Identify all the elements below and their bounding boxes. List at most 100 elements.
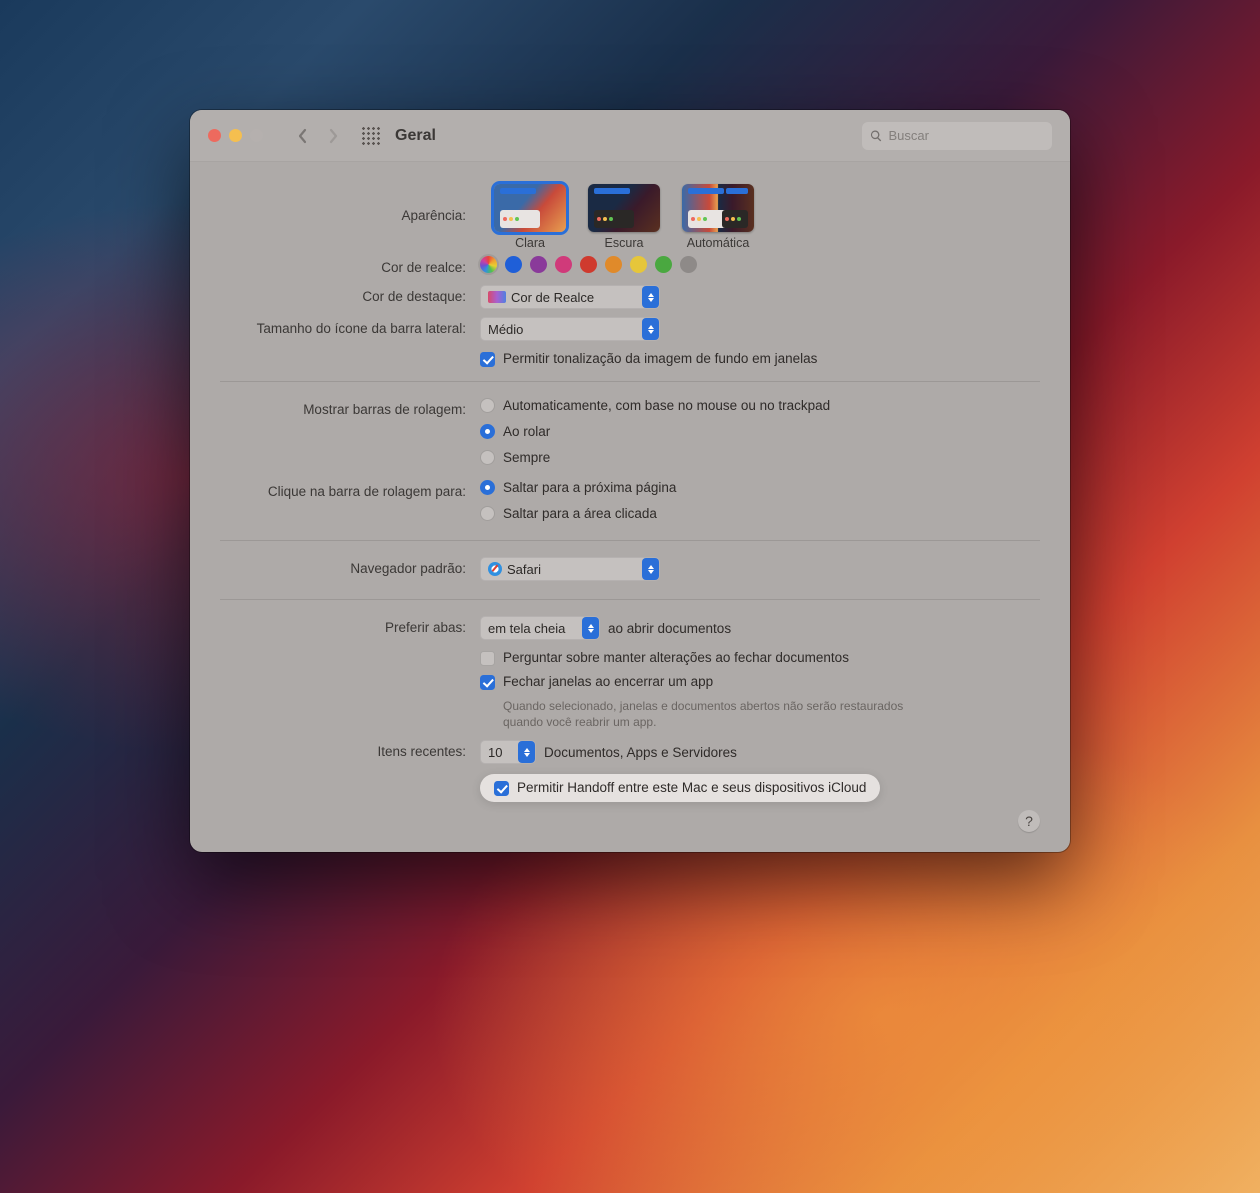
chevron-updown-icon: [642, 286, 659, 308]
radio-icon: [480, 506, 495, 521]
accent-color-5[interactable]: [605, 256, 622, 273]
recents-suffix: Documentos, Apps e Servidores: [544, 745, 737, 760]
nav-arrows: [289, 122, 347, 150]
tabs-row: Preferir abas: em tela cheia ao abrir do…: [220, 616, 1040, 640]
scrollbars-scrolling-radio[interactable]: Ao rolar: [480, 424, 1040, 439]
appearance-auto[interactable]: Automática: [682, 184, 754, 250]
radio-icon: [480, 450, 495, 465]
safari-icon: [488, 562, 502, 576]
highlight-swatch-icon: [488, 291, 506, 303]
browser-value: Safari: [507, 562, 541, 577]
scrollbars-always-radio[interactable]: Sempre: [480, 450, 1040, 465]
close-windows-desc: Quando selecionado, janelas e documentos…: [503, 698, 943, 730]
checkbox-icon: [480, 651, 495, 666]
accent-row: Cor de realce:: [220, 256, 1040, 275]
accent-color-1[interactable]: [505, 256, 522, 273]
tabs-suffix: ao abrir documentos: [608, 621, 731, 636]
handoff-checkbox[interactable]: Permitir Handoff entre este Mac e seus d…: [494, 780, 866, 796]
scroll-click-label: Clique na barra de rolagem para:: [220, 480, 480, 499]
accent-label: Cor de realce:: [220, 256, 480, 275]
browser-row: Navegador padrão: Safari: [220, 557, 1040, 581]
browser-select[interactable]: Safari: [480, 557, 660, 581]
titlebar: Geral: [190, 110, 1070, 162]
close-windows-checkbox[interactable]: Fechar janelas ao encerrar um app: [480, 674, 1040, 690]
scroll-click-spot-radio[interactable]: Saltar para a área clicada: [480, 506, 1040, 521]
radio-icon: [480, 398, 495, 413]
scroll-click-nextpage-radio[interactable]: Saltar para a próxima página: [480, 480, 1040, 495]
highlight-row: Cor de destaque: Cor de Realce: [220, 285, 1040, 309]
tint-label: Permitir tonalização da imagem de fundo …: [503, 351, 817, 366]
highlight-label: Cor de destaque:: [220, 285, 480, 304]
preferences-window: Geral Aparência: Clara Escura Automática: [190, 110, 1070, 852]
forward-button[interactable]: [319, 122, 347, 150]
back-button[interactable]: [289, 122, 317, 150]
minimize-button[interactable]: [229, 129, 242, 142]
sidebar-icon-select[interactable]: Médio: [480, 317, 660, 341]
divider: [220, 381, 1040, 382]
radio-icon: [480, 480, 495, 495]
wallpaper-tint-checkbox[interactable]: Permitir tonalização da imagem de fundo …: [480, 351, 1040, 367]
accent-color-3[interactable]: [555, 256, 572, 273]
tint-row: Permitir tonalização da imagem de fundo …: [220, 351, 1040, 367]
scrollbars-label: Mostrar barras de rolagem:: [220, 398, 480, 417]
content-area: Aparência: Clara Escura Automática Cor d…: [190, 162, 1070, 852]
accent-color-7[interactable]: [655, 256, 672, 273]
search-icon: [870, 129, 883, 143]
scroll-click-row: Clique na barra de rolagem para: Saltar …: [220, 480, 1040, 526]
appearance-dark-label: Escura: [605, 236, 644, 250]
accent-color-6[interactable]: [630, 256, 647, 273]
chevron-updown-icon: [582, 617, 599, 639]
chevron-updown-icon: [642, 318, 659, 340]
recents-value: 10: [488, 745, 502, 760]
highlight-select[interactable]: Cor de Realce: [480, 285, 660, 309]
sidebar-icon-label: Tamanho do ícone da barra lateral:: [220, 317, 480, 336]
highlight-value: Cor de Realce: [511, 290, 594, 305]
divider: [220, 540, 1040, 541]
show-all-icon[interactable]: [361, 126, 381, 146]
handoff-highlight: Permitir Handoff entre este Mac e seus d…: [480, 774, 880, 802]
sidebar-icon-value: Médio: [488, 322, 523, 337]
tabs-label: Preferir abas:: [220, 616, 480, 635]
window-title: Geral: [395, 127, 436, 145]
chevron-updown-icon: [642, 558, 659, 580]
checkbox-icon: [494, 781, 509, 796]
scrollbars-auto-radio[interactable]: Automaticamente, com base no mouse ou no…: [480, 398, 1040, 413]
scrollbars-row: Mostrar barras de rolagem: Automaticamen…: [220, 398, 1040, 470]
appearance-dark[interactable]: Escura: [588, 184, 660, 250]
zoom-button[interactable]: [250, 129, 263, 142]
accent-color-0[interactable]: [480, 256, 497, 273]
handoff-row: Permitir Handoff entre este Mac e seus d…: [220, 774, 1040, 802]
handoff-label: Permitir Handoff entre este Mac e seus d…: [517, 780, 866, 795]
search-field[interactable]: [862, 122, 1052, 150]
browser-label: Navegador padrão:: [220, 557, 480, 576]
recents-select[interactable]: 10: [480, 740, 536, 764]
radio-icon: [480, 424, 495, 439]
checkbox-icon: [480, 675, 495, 690]
recents-row: Itens recentes: 10 Documentos, Apps e Se…: [220, 740, 1040, 764]
accent-color-4[interactable]: [580, 256, 597, 273]
accent-color-8[interactable]: [680, 256, 697, 273]
ask-keep-row: Perguntar sobre manter alterações ao fec…: [220, 650, 1040, 666]
sidebar-icon-row: Tamanho do ícone da barra lateral: Médio: [220, 317, 1040, 341]
tabs-select[interactable]: em tela cheia: [480, 616, 600, 640]
recents-label: Itens recentes:: [220, 740, 480, 759]
tabs-value: em tela cheia: [488, 621, 565, 636]
ask-keep-checkbox[interactable]: Perguntar sobre manter alterações ao fec…: [480, 650, 1040, 666]
accent-color-2[interactable]: [530, 256, 547, 273]
help-button[interactable]: ?: [1018, 810, 1040, 832]
appearance-light[interactable]: Clara: [494, 184, 566, 250]
appearance-light-label: Clara: [515, 236, 545, 250]
traffic-lights: [208, 129, 263, 142]
appearance-row: Aparência: Clara Escura Automática: [220, 184, 1040, 250]
close-windows-label: Fechar janelas ao encerrar um app: [503, 674, 713, 689]
checkbox-icon: [480, 352, 495, 367]
accent-colors: [480, 256, 1040, 273]
close-button[interactable]: [208, 129, 221, 142]
appearance-auto-label: Automática: [687, 236, 750, 250]
close-windows-row: Fechar janelas ao encerrar um app Quando…: [220, 674, 1040, 730]
appearance-label: Aparência:: [220, 184, 480, 223]
search-input[interactable]: [889, 128, 1044, 143]
ask-keep-label: Perguntar sobre manter alterações ao fec…: [503, 650, 849, 665]
chevron-updown-icon: [518, 741, 535, 763]
divider: [220, 599, 1040, 600]
